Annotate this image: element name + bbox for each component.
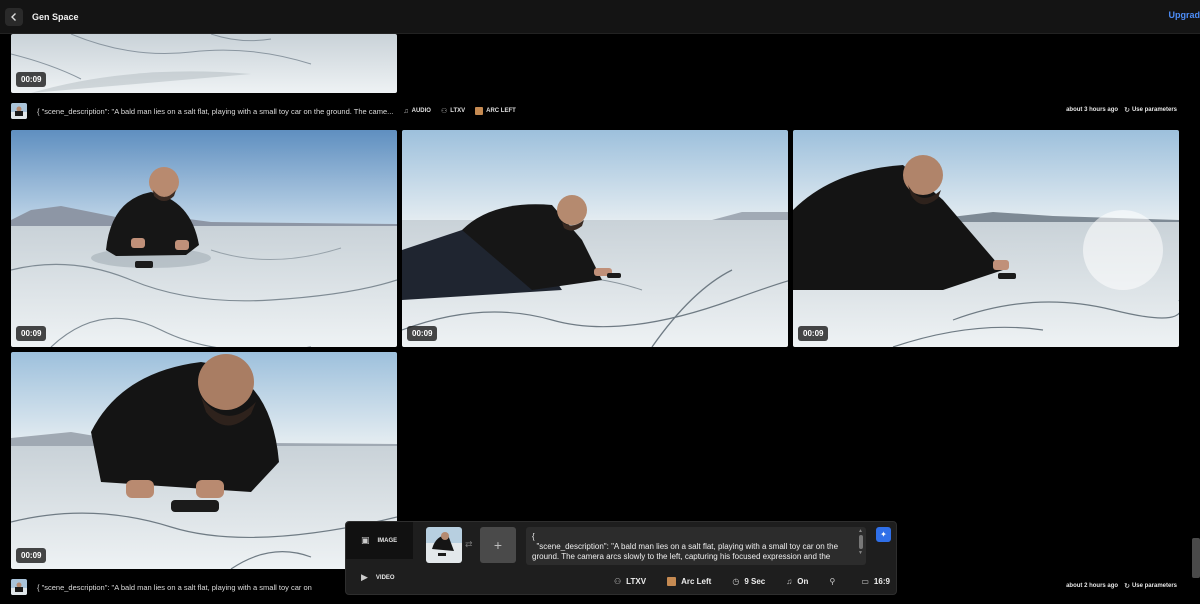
generation-prompt: { "scene_description": "A bald man lies … (37, 582, 312, 592)
duration-badge: 00:09 (407, 326, 438, 341)
video-tile[interactable]: 00:09 (11, 130, 397, 347)
use-parameters-button[interactable]: ↻ Use parameters (1124, 582, 1177, 590)
prompt-scrollbar[interactable]: ▲ ▼ (857, 528, 864, 564)
plus-icon: + (493, 537, 503, 553)
reference-image[interactable] (426, 527, 462, 563)
scroll-up-icon: ▲ (858, 528, 863, 534)
man-with-toy-car-thumbnail (11, 352, 397, 569)
model-selector[interactable]: ⚇ LTXV (614, 577, 646, 586)
image-icon: ▣ (361, 535, 370, 545)
aspect-ratio-icon: ▭ (861, 576, 869, 586)
enhance-prompt-button[interactable]: ✦ (876, 527, 891, 542)
duration-badge: 00:09 (16, 72, 47, 87)
mode-video-tab[interactable]: ▶ VIDEO (346, 559, 413, 596)
top-bar: Gen Space Upgrad (0, 0, 1200, 34)
chevron-left-icon (11, 12, 16, 21)
refresh-icon: ↻ (1124, 107, 1130, 114)
arc-left-icon (667, 576, 677, 586)
duration-selector[interactable]: ◷ 9 Sec (732, 577, 765, 586)
aspect-ratio-selector[interactable]: ▭ 16:9 (861, 577, 890, 586)
back-button[interactable] (5, 7, 23, 26)
seed-button[interactable]: ⚲ (829, 577, 840, 586)
model-chip: ⚇ LTXV (440, 108, 466, 115)
duration-badge: 00:09 (798, 326, 829, 341)
man-with-toy-car-thumbnail (11, 130, 397, 347)
man-with-toy-car-thumbnail (793, 130, 1179, 347)
camera-chip: ARC LEFT (475, 107, 516, 115)
generation-prompt: { "scene_description": "A bald man lies … (37, 106, 394, 116)
prompt-input[interactable]: { "scene_description": "A bald man lies … (526, 527, 866, 565)
clock-icon: ◷ (732, 576, 740, 586)
video-tile[interactable]: 00:09 (11, 352, 397, 569)
page-scrollbar[interactable] (1192, 538, 1200, 578)
page-title: Gen Space (32, 11, 79, 22)
mode-image-tab[interactable]: ▣ IMAGE (346, 522, 413, 559)
add-image-button[interactable]: + (480, 527, 516, 563)
video-tile[interactable]: 00:09 (11, 34, 397, 93)
sparkle-icon: ✦ (880, 530, 887, 539)
timestamp: about 2 hours ago (1066, 583, 1119, 589)
generation-thumbnail[interactable] (11, 103, 27, 119)
play-icon: ▶ (361, 572, 368, 582)
music-note-icon: ♫ (403, 107, 409, 115)
generation-thumbnail[interactable] (11, 579, 27, 595)
timestamp: about 3 hours ago (1066, 107, 1119, 113)
scroll-down-icon: ▼ (858, 550, 863, 556)
video-tile[interactable]: 00:09 (402, 130, 788, 347)
generation-info-row: { "scene_description": "A bald man lies … (11, 103, 1181, 119)
music-note-icon: ♫ (786, 576, 793, 586)
model-icon: ⚇ (614, 576, 622, 586)
generation-settings: ⚇ LTXV Arc Left ◷ 9 Sec ♫ On ⚲ ▭ 16:9 (614, 574, 890, 588)
audio-toggle[interactable]: ♫ On (786, 577, 808, 586)
man-with-toy-car-thumbnail (402, 130, 788, 347)
upgrade-link[interactable]: Upgrad (1169, 10, 1200, 20)
model-icon: ⚇ (440, 108, 448, 115)
duration-badge: 00:09 (16, 548, 47, 563)
video-tile[interactable]: 00:09 (793, 130, 1179, 347)
camera-motion-selector[interactable]: Arc Left (667, 576, 711, 586)
refresh-icon: ↻ (1124, 583, 1130, 590)
composer-panel: ▣ IMAGE ▶ VIDEO ⇄ + { "scene_description":… (345, 521, 897, 595)
arc-left-icon (475, 107, 484, 115)
use-parameters-button[interactable]: ↻ Use parameters (1124, 106, 1177, 114)
duration-badge: 00:09 (16, 326, 47, 341)
swap-icon[interactable]: ⇄ (465, 539, 473, 550)
dice-icon: ⚲ (829, 576, 836, 586)
audio-chip: ♫ AUDIO (403, 107, 431, 115)
salt-flat-thumbnail (11, 34, 397, 93)
